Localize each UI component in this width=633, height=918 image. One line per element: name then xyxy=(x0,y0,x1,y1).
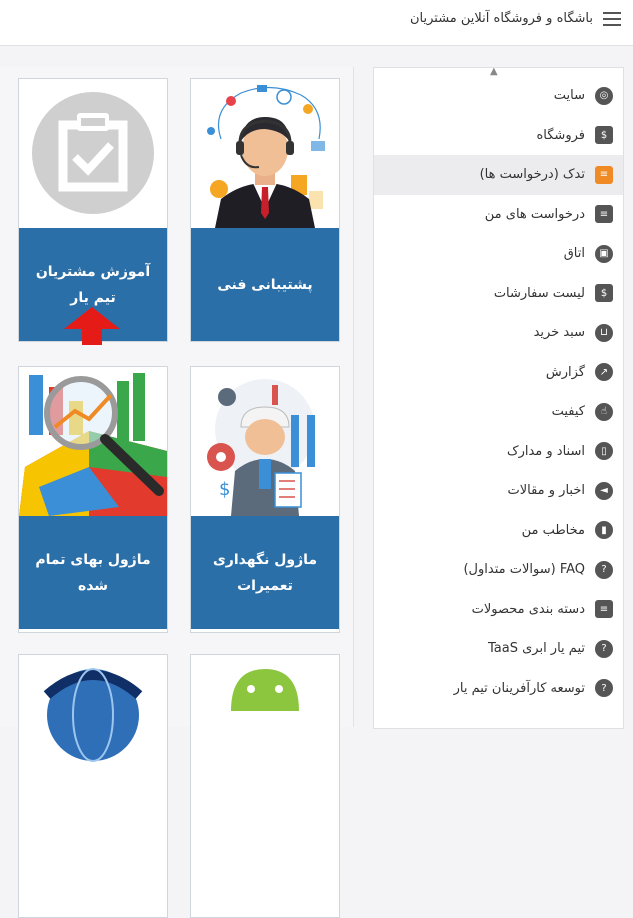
sidebar-item-shop[interactable]: فروشگاه $ xyxy=(374,116,623,156)
svg-text:$: $ xyxy=(219,479,230,500)
sidebar-item-label: مخاطب من xyxy=(521,522,585,538)
hamburger-menu-icon[interactable] xyxy=(603,12,621,26)
sidebar-item-label: اخبار و مقالات xyxy=(507,483,585,499)
sidebar-item-quality[interactable]: کیفیت ☝ xyxy=(374,392,623,432)
sidebar-item-report[interactable]: گزارش ↗ xyxy=(374,353,623,393)
sidebar-item-label: تدک (درخواست ها) xyxy=(479,167,585,183)
sidebar-item-tickets[interactable]: تدک (درخواست ها) ≡ xyxy=(374,155,623,195)
sidebar-item-label: سایت xyxy=(553,88,585,104)
sidebar-item-taas[interactable]: تیم یار ابری TaaS? xyxy=(374,629,623,669)
hand-icon: ☝ xyxy=(595,402,613,421)
globe-icon: ◎ xyxy=(595,86,613,105)
sidebar-item-categories[interactable]: دسته بندی محصولات ≡ xyxy=(374,590,623,630)
list-icon: ≡ xyxy=(595,205,613,224)
sidebar-item-label: لیست سفارشات xyxy=(493,285,585,301)
support-tile[interactable]: پشتیبانی فنی xyxy=(190,78,340,342)
globe-image xyxy=(19,655,167,804)
training-tile[interactable]: آموزش مشتریان تیم یار xyxy=(18,78,168,342)
sidebar-item-label: دسته بندی محصولات xyxy=(471,601,585,617)
support-agent-image xyxy=(191,79,339,228)
sidebar-item-site[interactable]: سایت ◎ xyxy=(374,76,623,116)
sidebar-item-orders[interactable]: لیست سفارشات $ xyxy=(374,274,623,314)
sidebar-item-entrepreneurs[interactable]: توسعه کارآفرینان تیم یار? xyxy=(374,669,623,709)
globe-tile[interactable] xyxy=(18,654,168,918)
sidebar-item-room[interactable]: اتاق ▣ xyxy=(374,234,623,274)
costing-tile[interactable]: ماژول بهای تمام شده xyxy=(18,366,168,633)
up-arrow-icon xyxy=(64,307,120,345)
sidebar-item-news[interactable]: اخبار و مقالات ◄ xyxy=(374,471,623,511)
sidebar-item-cart[interactable]: سبد خرید ⊔ xyxy=(374,313,623,353)
room-icon: ▣ xyxy=(595,244,613,263)
sidebar-item-label: اسناد و مدارک xyxy=(506,443,585,459)
top-bar: باشگاه و فروشگاه آنلاین مشتریان xyxy=(0,0,633,46)
sidebar-item-label: گزارش xyxy=(545,364,585,380)
sidebar-item-label: درخواست های من xyxy=(484,206,585,222)
app-title: باشگاه و فروشگاه آنلاین مشتریان xyxy=(409,11,593,26)
sidebar-item-label: تیم یار ابری TaaS xyxy=(487,641,585,657)
sidebar-item-label: FAQ (سوالات متداول) xyxy=(463,562,585,578)
maintenance-tile[interactable]: $ ماژول نگهداری تعمیرات xyxy=(190,366,340,633)
android-app-tile[interactable] xyxy=(190,654,340,918)
megaphone-icon: ◄ xyxy=(595,481,613,500)
cart-icon: ⊔ xyxy=(595,323,613,342)
costing-tile-label: ماژول بهای تمام شده xyxy=(19,516,167,629)
question-icon: ? xyxy=(595,560,613,579)
sidebar-item-documents[interactable]: اسناد و مدارک ▯ xyxy=(374,432,623,472)
training-image xyxy=(19,79,167,228)
invoice-icon: $ xyxy=(595,284,613,303)
sidebar-item-faq[interactable]: FAQ (سوالات متداول)? xyxy=(374,550,623,590)
sidebar-item-label: اتاق xyxy=(563,246,585,262)
android-image xyxy=(191,655,339,804)
documents-icon: ▯ xyxy=(595,442,613,461)
sidebar-item-contacts[interactable]: مخاطب من ▮ xyxy=(374,511,623,551)
maintenance-tile-label: ماژول نگهداری تعمیرات xyxy=(191,516,339,629)
list-icon: ≡ xyxy=(595,165,613,184)
costing-image xyxy=(19,367,167,516)
question-icon: ? xyxy=(595,679,613,698)
sidebar-menu: سایت ◎ فروشگاه $ تدک (درخواست ها) ≡ درخواست… xyxy=(374,76,623,708)
support-tile-label: پشتیبانی فنی xyxy=(191,228,339,341)
maintenance-image: $ xyxy=(191,367,339,516)
sidebar-item-label: فروشگاه xyxy=(536,127,585,143)
report-icon: ↗ xyxy=(595,363,613,382)
sidebar-item-label: سبد خرید xyxy=(533,325,585,341)
list-icon: ≡ xyxy=(595,600,613,619)
question-icon: ? xyxy=(595,639,613,658)
sidebar-item-label: کیفیت xyxy=(551,404,585,420)
sidebar: ▲ سایت ◎ فروشگاه $ تدک (درخواست ها) ≡ درخوا… xyxy=(373,67,624,729)
sidebar-item-my-requests[interactable]: درخواست های من ≡ xyxy=(374,195,623,235)
invoice-icon: $ xyxy=(595,126,613,145)
sidebar-item-label: توسعه کارآفرینان تیم یار xyxy=(453,680,585,696)
chart-icon: ▮ xyxy=(595,521,613,540)
